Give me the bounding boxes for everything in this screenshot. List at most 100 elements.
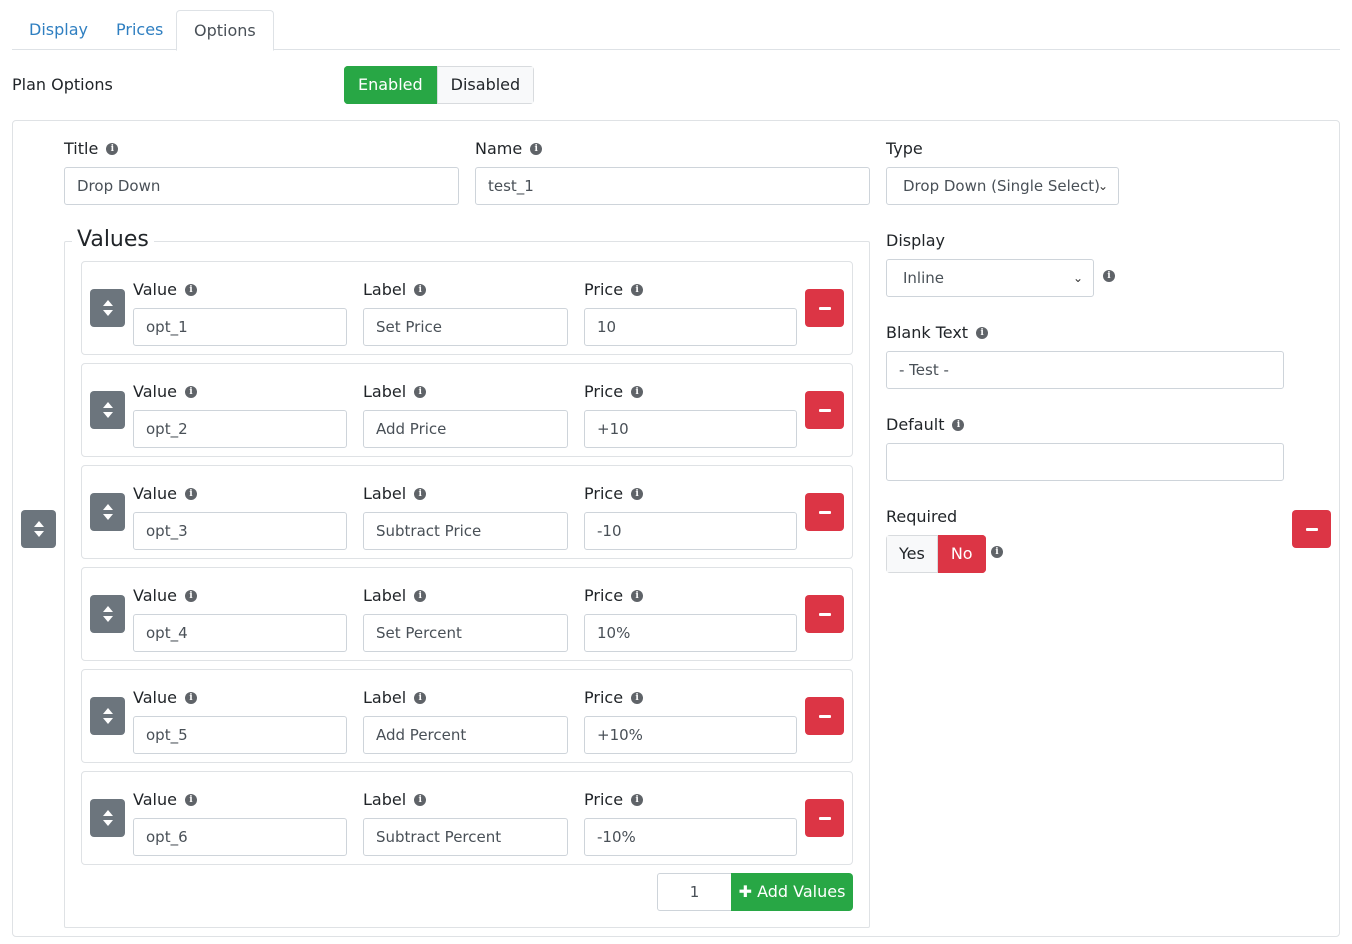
plan-options-label: Plan Options [12, 75, 113, 94]
add-values-button-label: Add Values [757, 882, 846, 901]
required-no-button[interactable]: No [937, 535, 986, 573]
info-icon[interactable]: i [184, 589, 197, 602]
add-values-quantity-input[interactable]: 1 [657, 873, 732, 911]
label-input[interactable]: Subtract Price [363, 512, 568, 550]
sort-icon [33, 521, 44, 537]
value-label-text: Value [133, 586, 177, 605]
label-input[interactable]: Set Percent [363, 614, 568, 652]
info-icon[interactable]: i [184, 793, 197, 806]
default-input[interactable] [886, 443, 1284, 481]
label-label-text: Label [363, 790, 407, 809]
delete-value-button[interactable] [805, 799, 844, 837]
info-icon[interactable]: i [184, 283, 197, 296]
info-icon[interactable]: i [184, 691, 197, 704]
price-input[interactable]: -10 [584, 512, 797, 550]
label-label: Label i [363, 688, 427, 707]
enabled-button[interactable]: Enabled [344, 66, 437, 104]
option-drag-handle[interactable] [21, 510, 56, 548]
value-label-text: Value [133, 688, 177, 707]
display-label-text: Display [886, 231, 945, 250]
blank-text-input[interactable]: - Test - [886, 351, 1284, 389]
minus-icon [818, 510, 831, 514]
delete-value-button[interactable] [805, 595, 844, 633]
info-icon[interactable]: i [184, 487, 197, 500]
price-input[interactable]: +10 [584, 410, 797, 448]
value-input[interactable]: opt_5 [133, 716, 347, 754]
label-input[interactable]: Subtract Percent [363, 818, 568, 856]
price-label: Price i [584, 688, 644, 707]
delete-option-button[interactable] [1292, 510, 1331, 548]
disabled-button[interactable]: Disabled [436, 66, 535, 104]
value-drag-handle[interactable] [90, 391, 125, 429]
plus-icon: ✚ [738, 882, 752, 901]
info-icon[interactable]: i [631, 691, 644, 704]
info-icon[interactable]: i [530, 142, 543, 155]
value-drag-handle[interactable] [90, 289, 125, 327]
sort-icon [102, 810, 113, 826]
info-icon[interactable]: i [106, 142, 119, 155]
value-label: Value i [133, 484, 197, 503]
info-icon[interactable]: i [414, 487, 427, 500]
info-icon[interactable]: i [631, 283, 644, 296]
required-yes-button[interactable]: Yes [886, 535, 938, 573]
type-select[interactable]: Drop Down (Single Select) ⌄ [886, 167, 1119, 205]
value-label-text: Value [133, 790, 177, 809]
label-label-text: Label [363, 688, 407, 707]
name-input[interactable]: test_1 [475, 167, 870, 205]
delete-value-button[interactable] [805, 697, 844, 735]
info-icon[interactable]: i [414, 283, 427, 296]
value-drag-handle[interactable] [90, 799, 125, 837]
price-input[interactable]: 10 [584, 308, 797, 346]
label-label-text: Label [363, 280, 407, 299]
delete-value-button[interactable] [805, 391, 844, 429]
value-input[interactable]: opt_3 [133, 512, 347, 550]
price-input[interactable]: -10% [584, 818, 797, 856]
price-label-text: Price [584, 280, 624, 299]
label-label: Label i [363, 484, 427, 503]
info-icon[interactable]: i [414, 589, 427, 602]
value-input[interactable]: opt_1 [133, 308, 347, 346]
value-drag-handle[interactable] [90, 595, 125, 633]
label-input[interactable]: Add Price [363, 410, 568, 448]
value-label-text: Value [133, 280, 177, 299]
price-label: Price i [584, 382, 644, 401]
label-input[interactable]: Set Price [363, 308, 568, 346]
sort-icon [102, 504, 113, 520]
info-icon[interactable]: i [631, 487, 644, 500]
title-input[interactable]: Drop Down [64, 167, 459, 205]
add-values-button[interactable]: ✚ Add Values [731, 873, 853, 911]
value-label: Value i [133, 280, 197, 299]
info-icon[interactable]: i [631, 793, 644, 806]
chevron-down-icon: ⌄ [1097, 179, 1108, 193]
type-label-text: Type [886, 139, 923, 158]
display-select[interactable]: Inline ⌄ [886, 259, 1094, 297]
label-input[interactable]: Add Percent [363, 716, 568, 754]
delete-value-button[interactable] [805, 493, 844, 531]
price-input[interactable]: +10% [584, 716, 797, 754]
value-label: Value i [133, 688, 197, 707]
info-icon[interactable]: i [991, 546, 1003, 558]
label-label-text: Label [363, 586, 407, 605]
tab-prices[interactable]: Prices [99, 10, 180, 50]
display-select-value: Inline [903, 269, 945, 287]
delete-value-button[interactable] [805, 289, 844, 327]
value-drag-handle[interactable] [90, 697, 125, 735]
minus-icon [818, 306, 831, 310]
info-icon[interactable]: i [414, 793, 427, 806]
value-drag-handle[interactable] [90, 493, 125, 531]
tab-display[interactable]: Display [12, 10, 105, 50]
info-icon[interactable]: i [414, 385, 427, 398]
price-input[interactable]: 10% [584, 614, 797, 652]
info-icon[interactable]: i [184, 385, 197, 398]
info-icon[interactable]: i [952, 418, 965, 431]
value-input[interactable]: opt_6 [133, 818, 347, 856]
tab-options[interactable]: Options [176, 10, 274, 51]
value-input[interactable]: opt_4 [133, 614, 347, 652]
info-icon[interactable]: i [1103, 270, 1115, 282]
info-icon[interactable]: i [976, 326, 989, 339]
info-icon[interactable]: i [631, 589, 644, 602]
info-icon[interactable]: i [631, 385, 644, 398]
value-input[interactable]: opt_2 [133, 410, 347, 448]
info-icon[interactable]: i [414, 691, 427, 704]
price-label: Price i [584, 790, 644, 809]
